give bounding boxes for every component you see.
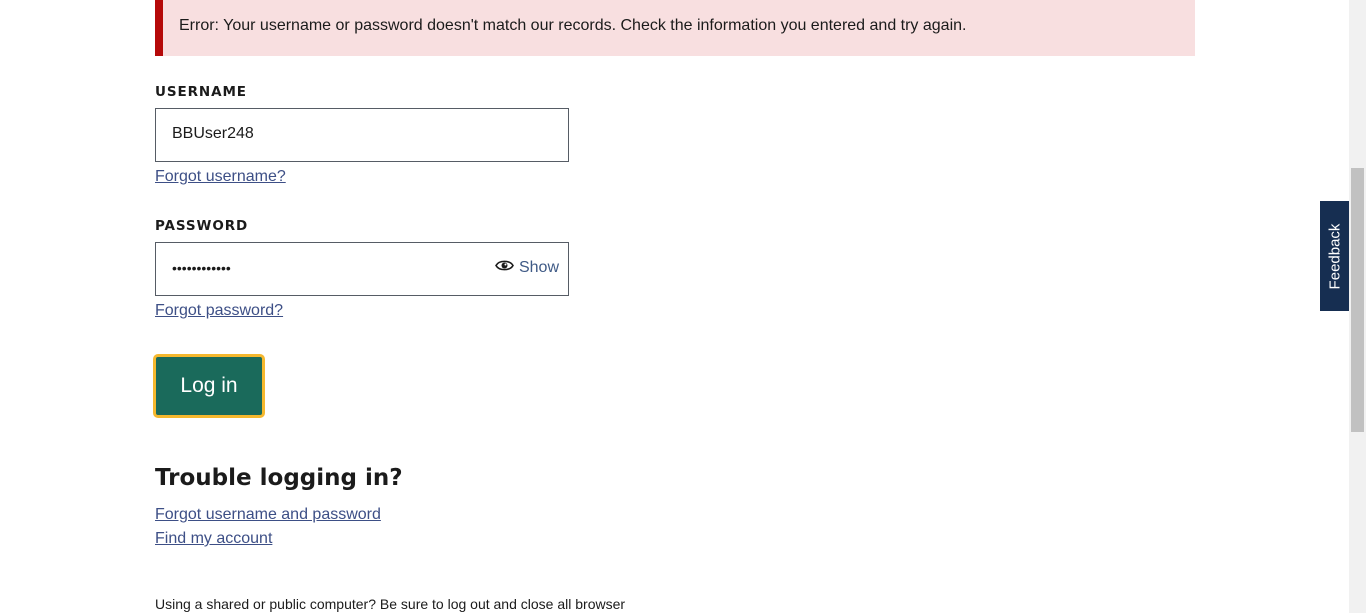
username-value: BBUser248 [172,125,254,142]
scrollbar-thumb[interactable] [1351,168,1364,432]
eye-icon [495,259,514,277]
login-button[interactable]: Log in [153,354,265,418]
trouble-heading: Trouble logging in? [155,465,403,491]
feedback-label: Feedback [1326,223,1343,289]
login-page: Error: Your username or password doesn't… [0,0,1366,613]
show-password-toggle[interactable]: Show [495,259,559,277]
username-label: USERNAME [155,84,247,100]
forgot-username-and-password-link[interactable]: Forgot username and password [155,506,381,524]
password-value: •••••••••••• [172,260,231,276]
show-password-label: Show [518,259,559,276]
error-message: Error: Your username or password doesn't… [179,17,967,34]
password-label: PASSWORD [155,218,249,234]
login-button-label: Log in [180,374,238,397]
forgot-username-link[interactable]: Forgot username? [155,168,286,186]
password-input[interactable]: •••••••••••• Show [155,242,569,296]
feedback-tab[interactable]: Feedback [1320,201,1349,311]
error-alert: Error: Your username or password doesn't… [155,0,1195,56]
username-input[interactable]: BBUser248 [155,108,569,162]
forgot-password-link[interactable]: Forgot password? [155,302,283,320]
shared-computer-notice: Using a shared or public computer? Be su… [155,596,626,612]
find-my-account-link[interactable]: Find my account [155,530,272,548]
